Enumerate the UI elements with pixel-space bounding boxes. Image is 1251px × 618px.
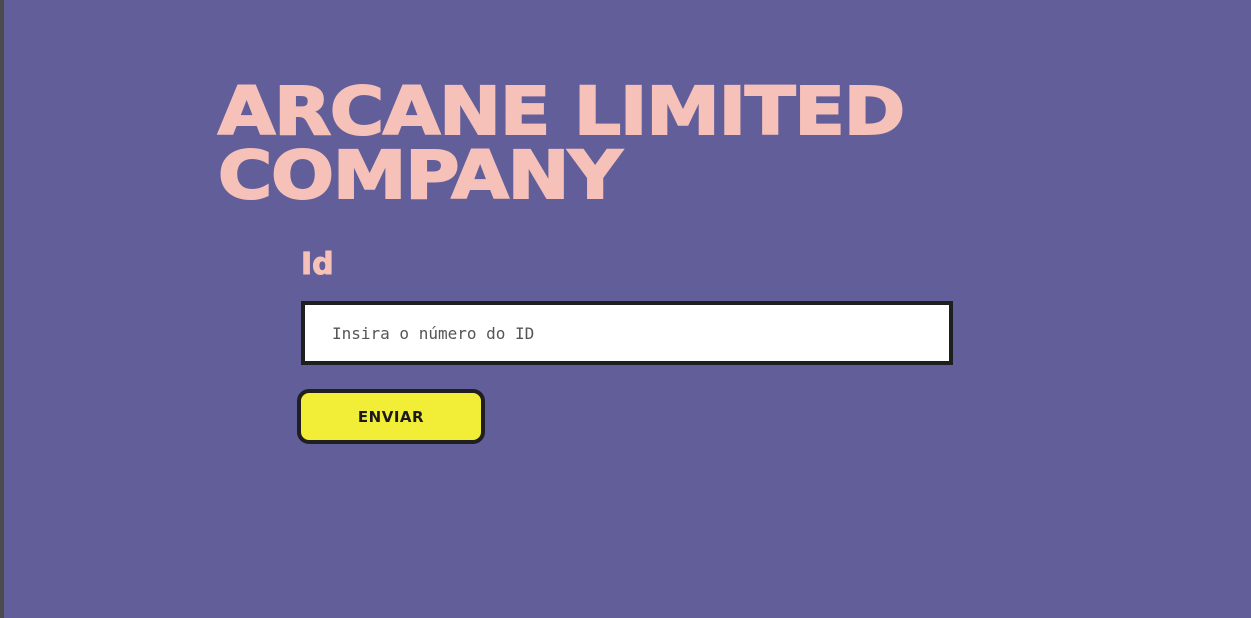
- id-label: Id: [301, 247, 335, 282]
- submit-button[interactable]: ENVIAR: [297, 389, 485, 444]
- window-left-edge: [0, 0, 4, 618]
- id-input[interactable]: [301, 301, 953, 365]
- page-title: ARCANE LIMITED COMPANY: [217, 73, 906, 214]
